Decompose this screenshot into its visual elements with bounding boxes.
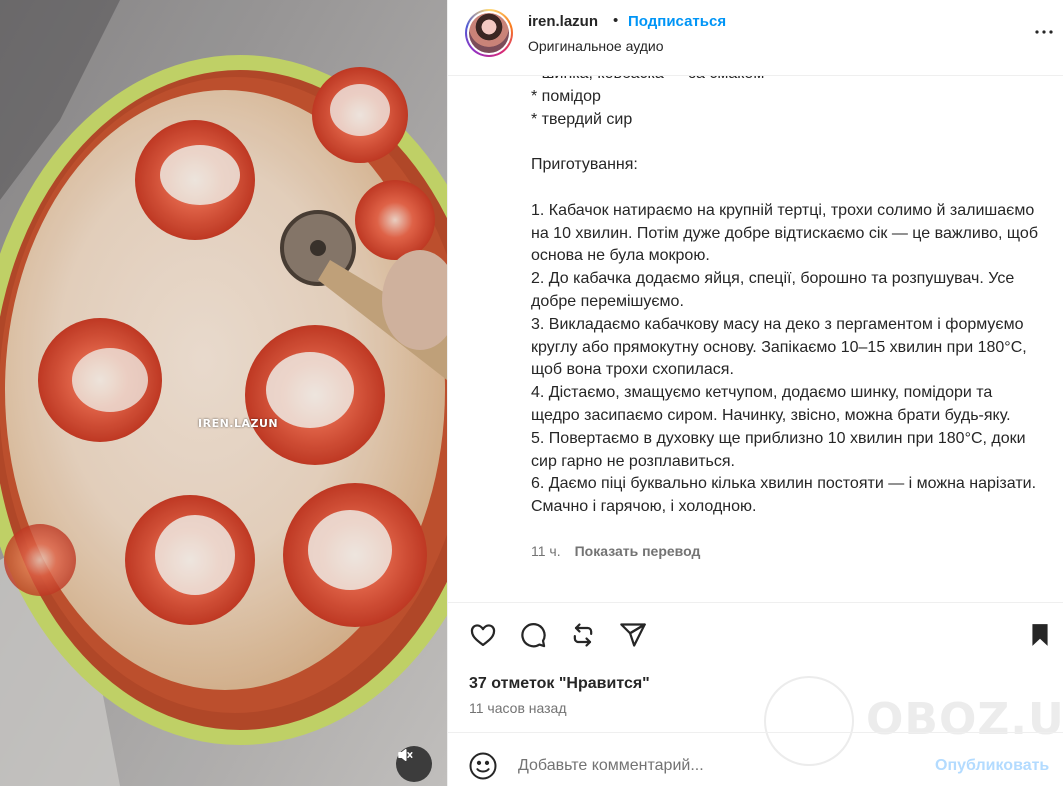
smiley-icon <box>468 752 498 785</box>
post-media[interactable]: IREN.LAZUN <box>0 0 447 786</box>
mute-button[interactable] <box>396 746 432 782</box>
comment-icon <box>519 621 547 654</box>
media-watermark: IREN.LAZUN <box>198 417 279 430</box>
caption-scroll-area[interactable]: * шинка, ковбаска — за смаком * помідор … <box>448 76 1063 602</box>
comment-button[interactable] <box>518 622 548 652</box>
caption-age: 11 ч. <box>531 543 561 559</box>
save-button[interactable] <box>1025 622 1055 652</box>
like-button[interactable] <box>468 622 498 652</box>
post-header: iren.lazun • Подписаться Оригинальное ау… <box>448 0 1063 76</box>
emoji-button[interactable] <box>468 751 498 781</box>
send-icon <box>619 621 647 654</box>
more-options-button[interactable] <box>1032 22 1056 46</box>
comment-bar: Опубликовать <box>448 732 1063 786</box>
avatar[interactable] <box>465 9 513 57</box>
likes-count[interactable]: 37 отметок "Нравится" <box>469 675 650 693</box>
audio-link[interactable]: Оригинальное аудио <box>528 38 664 54</box>
post-timestamp[interactable]: 11 часов назад <box>469 700 567 716</box>
bookmark-icon <box>1027 621 1053 654</box>
post-caption: * шинка, ковбаска — за смаком * помідор … <box>531 76 1038 516</box>
share-button[interactable] <box>618 622 648 652</box>
comment-input[interactable] <box>518 753 918 779</box>
separator-dot: • <box>613 12 619 29</box>
pizza-photo <box>0 0 447 786</box>
publish-button[interactable]: Опубликовать <box>935 757 1049 775</box>
username-link[interactable]: iren.lazun <box>528 13 598 30</box>
caption-meta: 11 ч. Показать перевод <box>531 543 700 559</box>
translate-button[interactable]: Показать перевод <box>575 543 701 559</box>
repost-button[interactable] <box>568 622 598 652</box>
post-sidebar: iren.lazun • Подписаться Оригинальное ау… <box>447 0 1063 786</box>
repost-icon <box>569 621 597 654</box>
more-horizontal-icon <box>1032 20 1056 49</box>
heart-icon <box>469 621 497 654</box>
follow-button[interactable]: Подписаться <box>628 13 726 30</box>
